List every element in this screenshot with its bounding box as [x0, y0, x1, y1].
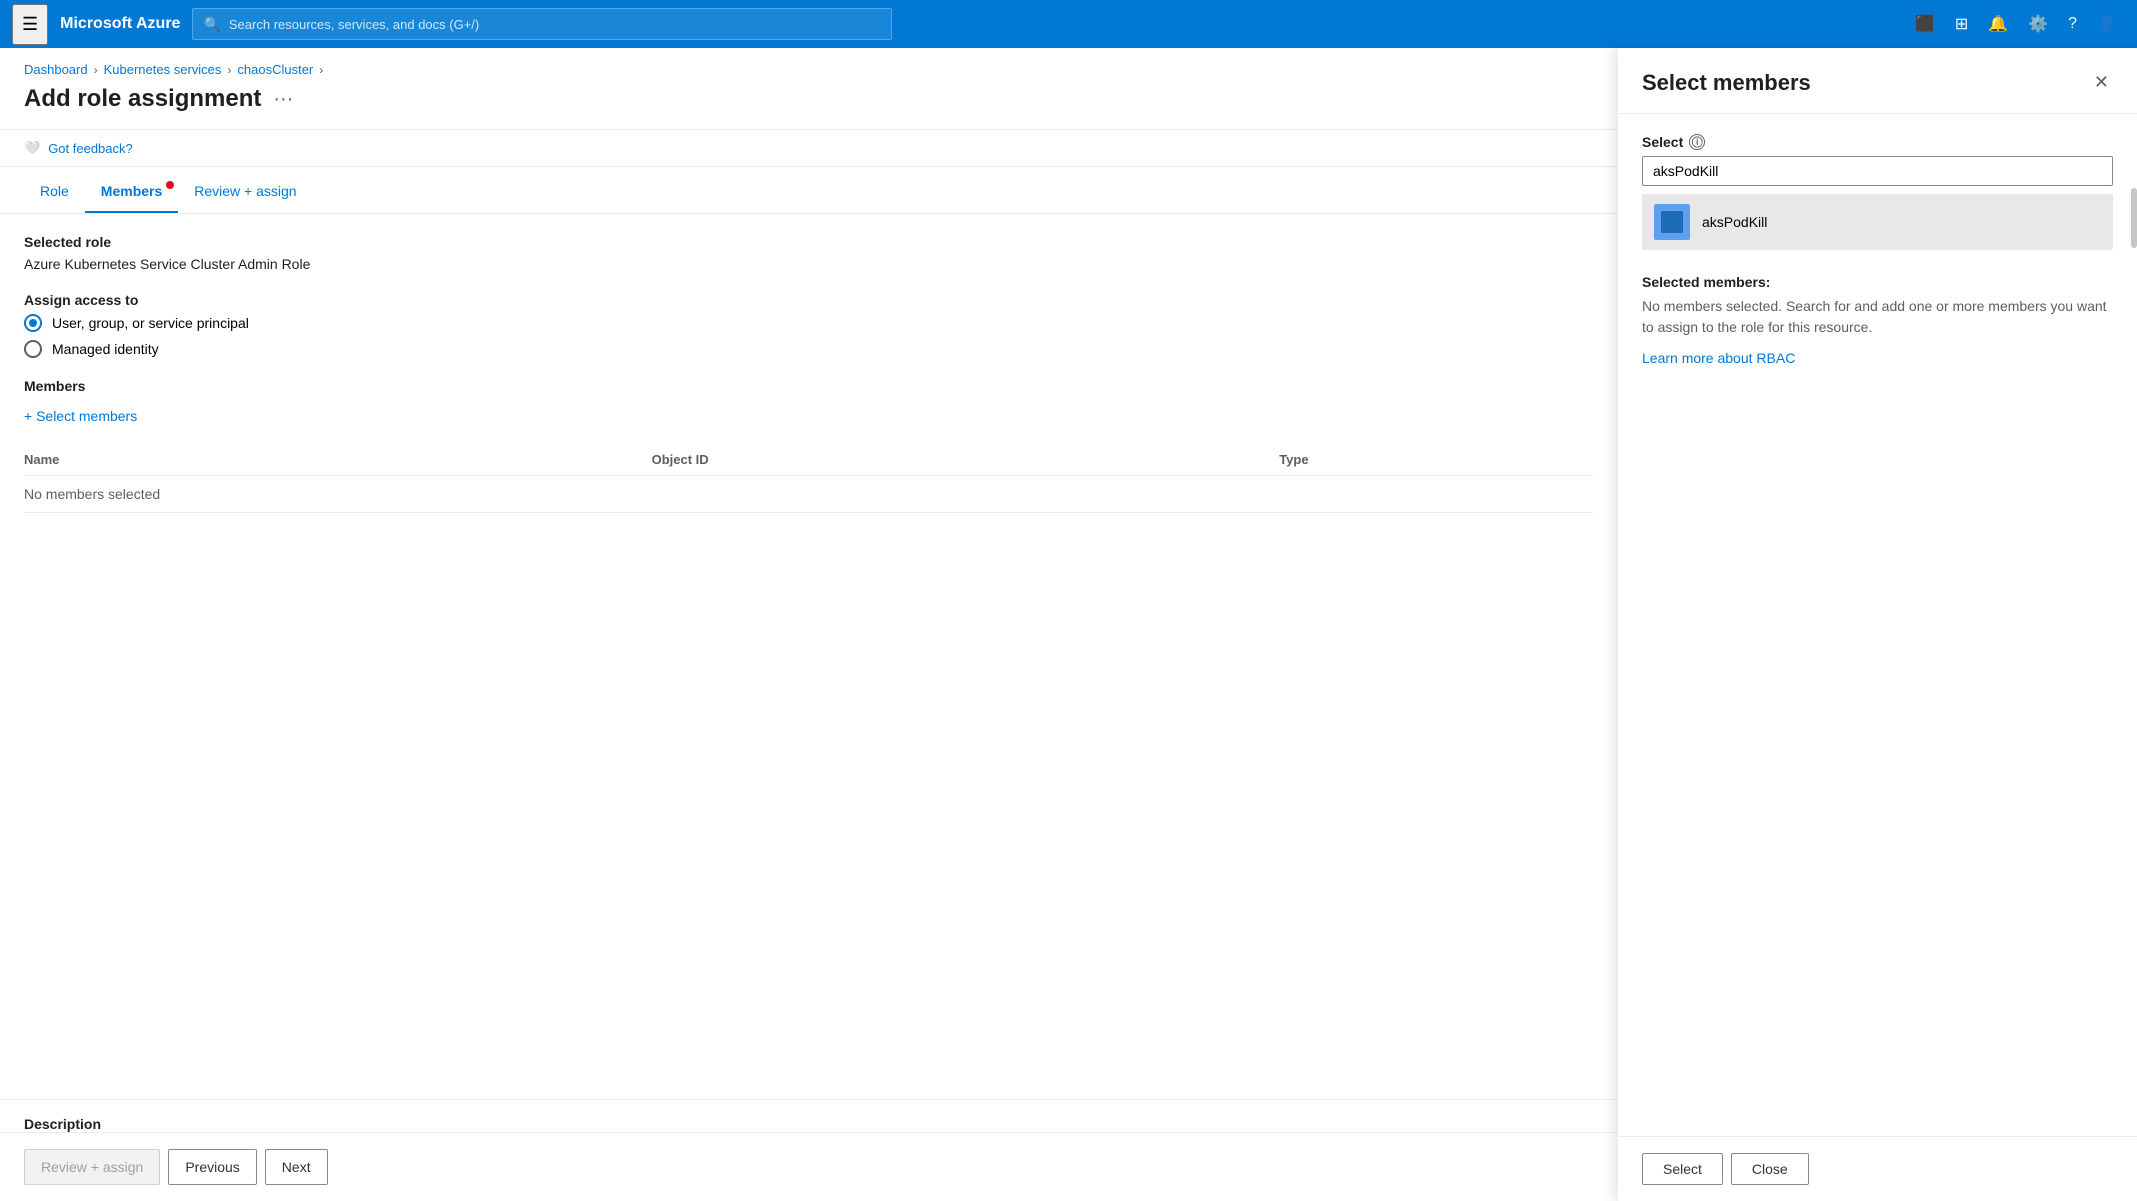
more-options-icon[interactable]: ··· [273, 88, 293, 111]
breadcrumb: Dashboard › Kubernetes services › chaosC… [0, 48, 1617, 77]
result-name: aksPodKill [1702, 214, 1767, 230]
bottom-bar: Review + assign Previous Next [0, 1132, 1617, 1201]
selected-info-text: No members selected. Search for and add … [1642, 296, 2113, 338]
radio-group: User, group, or service principal Manage… [24, 314, 1593, 358]
selected-role-label: Selected role [24, 234, 1593, 250]
tabs-bar: Role Members Review + assign [0, 171, 1617, 214]
terminal-icon[interactable]: ⬛ [1907, 6, 1943, 42]
col-object-id: Object ID [652, 452, 1280, 467]
description-label: Description [0, 1099, 1617, 1132]
review-assign-button: Review + assign [24, 1149, 160, 1185]
assign-access-label: Assign access to [24, 292, 1593, 308]
row-name: No members selected [24, 486, 652, 502]
heart-icon: 🤍 [24, 140, 40, 156]
radio-label-user: User, group, or service principal [52, 315, 249, 331]
breadcrumb-sep-1: › [94, 63, 98, 77]
side-panel-header: Select members ✕ [1618, 48, 2137, 114]
feedback-label: Got feedback? [48, 141, 133, 156]
tab-role[interactable]: Role [24, 171, 85, 213]
selected-info-title: Selected members: [1642, 274, 2113, 290]
brand-logo: Microsoft Azure [60, 15, 180, 33]
members-table: Name Object ID Type No members selected [24, 444, 1593, 513]
tab-members[interactable]: Members [85, 171, 178, 213]
service-principal-icon [1661, 211, 1683, 233]
account-icon[interactable]: 👤 [2089, 6, 2125, 42]
search-input[interactable] [229, 17, 882, 32]
members-label: Members [24, 378, 1593, 394]
side-panel-body: Select ⓘ aksPodKill Selected members: No… [1618, 114, 2137, 1136]
side-panel-title: Select members [1642, 70, 1811, 96]
radio-circle-user [24, 314, 42, 332]
select-field-label: Select ⓘ [1642, 134, 2113, 150]
bell-icon[interactable]: 🔔 [1980, 6, 2016, 42]
search-bar[interactable]: 🔍 [192, 8, 892, 40]
tab-review-assign[interactable]: Review + assign [178, 171, 312, 213]
previous-button[interactable]: Previous [168, 1149, 256, 1185]
member-search-input[interactable] [1642, 156, 2113, 186]
breadcrumb-cluster[interactable]: chaosCluster [237, 62, 313, 77]
radio-label-managed: Managed identity [52, 341, 159, 357]
search-result-item[interactable]: aksPodKill [1642, 194, 2113, 250]
select-button[interactable]: Select [1642, 1153, 1723, 1185]
table-row: No members selected [24, 476, 1593, 513]
settings-icon[interactable]: ⚙️ [2020, 6, 2056, 42]
breadcrumb-kubernetes[interactable]: Kubernetes services [104, 62, 222, 77]
close-button[interactable]: ✕ [2090, 68, 2113, 97]
radio-user-group[interactable]: User, group, or service principal [24, 314, 1593, 332]
left-panel: Dashboard › Kubernetes services › chaosC… [0, 48, 1617, 1201]
main-wrapper: Dashboard › Kubernetes services › chaosC… [0, 48, 2137, 1201]
search-icon: 🔍 [203, 16, 220, 33]
side-panel: Select members ✕ Select ⓘ aksPodKill Sel… [1617, 48, 2137, 1201]
row-object-id [652, 486, 1280, 502]
info-icon: ⓘ [1689, 134, 1705, 150]
side-panel-footer: Select Close [1618, 1136, 2137, 1201]
members-section: Members + Select members [24, 378, 1593, 424]
top-navigation: ☰ Microsoft Azure 🔍 ⬛ ⊞ 🔔 ⚙️ ? 👤 [0, 0, 2137, 48]
result-icon [1654, 204, 1690, 240]
cloud-shell-icon[interactable]: ⊞ [1947, 6, 1976, 42]
topnav-icons: ⬛ ⊞ 🔔 ⚙️ ? 👤 [1907, 6, 2125, 42]
row-type [1279, 486, 1593, 502]
page-title-area: Add role assignment ··· [0, 77, 1617, 129]
radio-managed-identity[interactable]: Managed identity [24, 340, 1593, 358]
table-header: Name Object ID Type [24, 444, 1593, 476]
page-title: Add role assignment [24, 85, 261, 113]
col-type: Type [1279, 452, 1593, 467]
selected-role-value: Azure Kubernetes Service Cluster Admin R… [24, 256, 1593, 272]
selected-info: Selected members: No members selected. S… [1642, 274, 2113, 366]
radio-circle-managed [24, 340, 42, 358]
rbac-link[interactable]: Learn more about RBAC [1642, 350, 1795, 366]
feedback-bar[interactable]: 🤍 Got feedback? [0, 129, 1617, 167]
tab-dot [166, 181, 174, 189]
col-name: Name [24, 452, 652, 467]
help-icon[interactable]: ? [2060, 7, 2085, 41]
breadcrumb-sep-3: › [319, 63, 323, 77]
content-area: Selected role Azure Kubernetes Service C… [0, 214, 1617, 1099]
side-panel-close-button[interactable]: Close [1731, 1153, 1809, 1185]
scrollbar [2131, 188, 2137, 248]
hamburger-menu[interactable]: ☰ [12, 4, 48, 45]
next-button[interactable]: Next [265, 1149, 328, 1185]
breadcrumb-sep-2: › [227, 63, 231, 77]
select-members-link[interactable]: + Select members [24, 408, 137, 424]
breadcrumb-dashboard[interactable]: Dashboard [24, 62, 88, 77]
